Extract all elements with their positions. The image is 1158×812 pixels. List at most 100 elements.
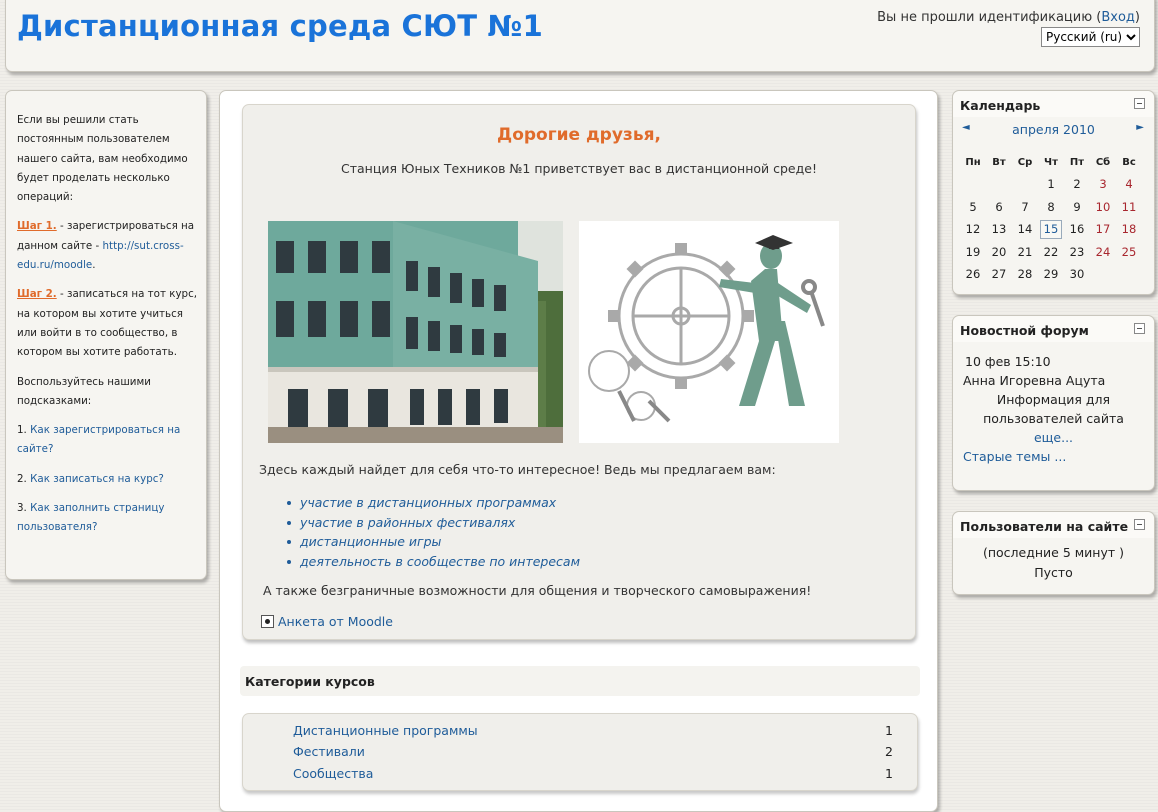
- news-forum-block: Новостной форум 10 фев 15:10 Анна Игорев…: [952, 315, 1155, 491]
- old-topics-link[interactable]: Старые темы ...: [963, 449, 1066, 464]
- welcome-box: Дорогие друзья, Станция Юных Техников №1…: [242, 104, 916, 640]
- category-row: Дистанционные программы 1: [293, 723, 893, 738]
- weekday-label: Ср: [1017, 156, 1033, 168]
- users-period: (последние 5 минут ): [982, 545, 1125, 560]
- category-count: 2: [885, 744, 893, 759]
- welcome-title: Дорогие друзья,: [497, 125, 661, 145]
- calendar-day: 19: [965, 244, 981, 259]
- calendar-grid: Пн Вт Ср Чт Пт Сб Вс 1 2 3 4 5 6 7 8 9 10 11 12 13 14 15 16 17…: [960, 151, 1142, 286]
- survey-link[interactable]: Анкета от Moodle: [278, 614, 393, 629]
- survey-icon: [261, 615, 274, 628]
- login-suffix: ): [1134, 10, 1140, 25]
- step1-end: .: [92, 259, 96, 272]
- calendar-day: 4: [1125, 177, 1133, 192]
- users-body: (последние 5 минут ) Пусто: [953, 543, 1154, 583]
- category-count: 1: [885, 723, 893, 738]
- offer-programs[interactable]: участие в дистанционных программах: [286, 493, 580, 513]
- login-prefix: Вы не прошли идентификацию (: [877, 10, 1102, 25]
- offer-games[interactable]: дистанционные игры: [286, 532, 580, 552]
- language-select[interactable]: Русский (ru): [1041, 27, 1140, 47]
- calendar-day: 9: [1073, 199, 1081, 214]
- calendar-day: 28: [1017, 267, 1033, 282]
- login-link[interactable]: Вход: [1101, 10, 1135, 25]
- calendar-day: 7: [1021, 199, 1029, 214]
- step-2: Шаг 2. - записаться на тот курс, на кото…: [17, 285, 199, 362]
- calendar-week: 5 6 7 8 9 10 11: [960, 196, 1142, 219]
- next-month-icon[interactable]: ►: [1136, 122, 1144, 133]
- category-count: 1: [885, 766, 893, 781]
- weekday-label: Пн: [965, 156, 981, 168]
- weekday-label: Сб: [1095, 156, 1111, 168]
- calendar-week: 1 2 3 4: [960, 173, 1142, 196]
- calendar-day: 8: [1047, 199, 1055, 214]
- calendar-week: 19 20 21 22 23 24 25: [960, 241, 1142, 264]
- category-link[interactable]: Фестивали: [293, 744, 365, 759]
- offer-festivals[interactable]: участие в районных фестивалях: [286, 513, 580, 533]
- hint-3: 3. Как заполнить страницу пользователя?: [17, 499, 199, 538]
- post-topic-1: Информация для: [996, 392, 1111, 407]
- hint-1: 1. Как зарегистрироваться на сайте?: [17, 421, 199, 460]
- categories-heading: Категории курсов: [245, 674, 375, 689]
- header: Дистанционная среда СЮТ №1 Вы не прошли …: [5, 0, 1155, 72]
- calendar-day: 5: [969, 199, 977, 214]
- hint-num: 3.: [17, 502, 31, 515]
- users-status: Пусто: [1034, 565, 1073, 580]
- welcome-subtitle: Станция Юных Техников №1 приветствует ва…: [341, 161, 817, 176]
- hint-2: 2. Как записаться на курс?: [17, 470, 199, 489]
- main-content: Дорогие друзья, Станция Юных Техников №1…: [219, 90, 938, 812]
- calendar-day: 20: [991, 244, 1007, 259]
- post-author: Анна Игоревна Ацута: [963, 373, 1106, 388]
- step2-label[interactable]: Шаг 2.: [17, 288, 57, 300]
- calendar-day: 27: [991, 267, 1007, 282]
- calendar-day: 15: [1038, 218, 1064, 241]
- welcome-intro: Здесь каждый найдет для себя что-то инте…: [259, 462, 776, 477]
- survey-item[interactable]: Анкета от Moodle: [261, 614, 393, 629]
- forum-header: Новостной форум: [953, 316, 1154, 342]
- login-info: Вы не прошли идентификацию (Вход): [877, 10, 1140, 25]
- post-more-link[interactable]: еще...: [1034, 430, 1073, 445]
- calendar-empty-cell: [986, 173, 1012, 196]
- calendar-month[interactable]: апреля 2010: [953, 122, 1154, 137]
- category-link[interactable]: Сообщества: [293, 766, 373, 781]
- calendar-empty-cell: [960, 173, 986, 196]
- calendar-day: 1: [1047, 177, 1055, 192]
- collapse-icon[interactable]: [1134, 519, 1145, 530]
- weekday-label: Пт: [1069, 156, 1085, 168]
- calendar-week: 12 13 14 15 16 17 18: [960, 218, 1142, 241]
- calendar-title: Календарь: [960, 98, 1041, 113]
- offer-community[interactable]: деятельность в сообществе по интересам: [286, 552, 580, 572]
- calendar-day: 11: [1121, 199, 1137, 214]
- hint-link-register[interactable]: Как зарегистрироваться на сайте?: [17, 424, 180, 455]
- hint-link-enrol[interactable]: Как записаться на курс?: [30, 473, 164, 485]
- calendar-day: 29: [1043, 267, 1059, 282]
- forum-title: Новостной форум: [960, 323, 1089, 338]
- calendar-day: 24: [1095, 244, 1111, 259]
- calendar-empty-cell: [1090, 263, 1116, 286]
- weekday-label: Чт: [1044, 156, 1058, 168]
- category-row: Фестивали 2: [293, 744, 893, 759]
- post-topic-2: пользователей сайта: [983, 411, 1124, 426]
- category-row: Сообщества 1: [293, 766, 893, 781]
- calendar-today[interactable]: 15: [1040, 219, 1062, 239]
- gear-technician-logo: [579, 221, 839, 443]
- calendar-day: 17: [1095, 222, 1111, 237]
- left-info-block: Если вы решили стать постоянным пользова…: [5, 90, 207, 580]
- calendar-day: 12: [965, 222, 981, 237]
- users-header: Пользователи на сайте: [953, 512, 1154, 538]
- calendar-day: 3: [1099, 177, 1107, 192]
- calendar-day: 13: [991, 222, 1007, 237]
- online-users-block: Пользователи на сайте (последние 5 минут…: [952, 511, 1155, 595]
- collapse-icon[interactable]: [1134, 323, 1145, 334]
- categories-heading-bar: Категории курсов: [240, 666, 920, 696]
- step1-label[interactable]: Шаг 1.: [17, 220, 57, 232]
- category-link[interactable]: Дистанционные программы: [293, 723, 478, 738]
- calendar-day: 14: [1017, 222, 1033, 237]
- calendar-day: 10: [1095, 199, 1111, 214]
- collapse-icon[interactable]: [1134, 98, 1145, 109]
- calendar-empty-cell: [1012, 173, 1038, 196]
- calendar-block: Календарь ◄ апреля 2010 ► Пн Вт Ср Чт Пт Сб Вс…: [952, 90, 1155, 295]
- categories-list: Дистанционные программы 1 Фестивали 2 Сооб…: [242, 713, 918, 791]
- hint-link-profile[interactable]: Как заполнить страницу пользователя?: [17, 502, 164, 533]
- left-intro: Если вы решили стать постоянным пользова…: [17, 114, 188, 204]
- step-1: Шаг 1. - зарегистрироваться на данном са…: [17, 217, 199, 275]
